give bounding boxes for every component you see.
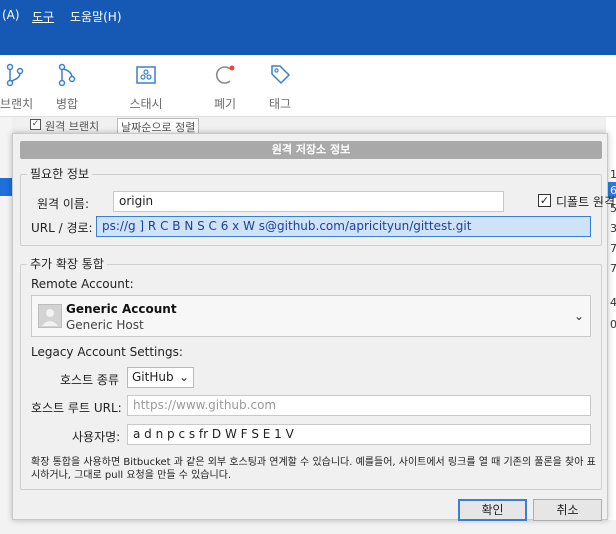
avatar	[38, 304, 62, 328]
extended-integration-label: 추가 확장 통합	[27, 255, 107, 272]
default-remote-label: 디폴트 원격	[556, 195, 616, 209]
menu-item-a[interactable]: (A)	[2, 8, 20, 22]
toolbar-tag-button[interactable]: 태그	[266, 63, 294, 112]
status-bar	[0, 520, 616, 534]
user-icon	[42, 309, 58, 326]
integration-note: 확장 통합을 사용하면 Bitbucket 과 같은 외부 호스팅과 연계할 수…	[31, 457, 596, 481]
username-input[interactable]: a d n p c s fr D W F S E 1 V	[127, 424, 591, 445]
host-root-url-label: 호스트 루트 URL:	[31, 401, 122, 415]
host-type-value: GitHub	[132, 370, 174, 384]
chevron-down-icon: ⌄	[573, 309, 584, 323]
remote-branch-checkbox[interactable]: ✓	[30, 119, 41, 130]
toolbar-merge-label: 병합	[55, 97, 79, 111]
host-type-label: 호스트 종류	[60, 373, 120, 387]
host-type-dropdown[interactable]: GitHub ⌄	[127, 367, 194, 388]
required-info-label: 필요한 정보	[27, 165, 93, 182]
legacy-settings-label: Legacy Account Settings:	[31, 345, 183, 359]
toolbar-stash-label: 스태시	[129, 97, 163, 111]
remote-account-label: Remote Account:	[31, 277, 134, 291]
toolbar-branch-button[interactable]: 브랜치	[0, 63, 34, 112]
account-host: Generic Host	[66, 318, 144, 332]
right-number: 0	[610, 318, 616, 331]
right-number: 7	[610, 262, 616, 275]
account-name: Generic Account	[66, 302, 177, 316]
merge-icon	[58, 63, 76, 87]
right-number: 1	[610, 168, 616, 181]
left-selected-row[interactable]	[0, 178, 12, 196]
url-path-label: URL / 경로:	[31, 221, 93, 235]
menu-bar: (A) 도구 도움말(H)	[0, 0, 616, 55]
right-number: 3	[610, 222, 616, 235]
right-number: 4	[610, 296, 616, 309]
toolbar-discard-button[interactable]: 폐기	[211, 63, 239, 112]
chevron-down-icon: ⌄	[178, 370, 189, 384]
host-root-url-input[interactable]: https://www.github.com	[127, 395, 591, 416]
toolbar-tag-label: 태그	[268, 97, 292, 111]
remote-name-label: 원격 이름:	[37, 197, 90, 211]
remote-info-dialog: 원격 저장소 정보 필요한 정보 원격 이름: origin ✓ 디폴트 원격 …	[12, 133, 615, 521]
toolbar-branch-label: 브랜치	[0, 97, 34, 111]
toolbar-discard-label: 폐기	[213, 97, 237, 111]
cancel-button[interactable]: 취소	[533, 499, 602, 521]
right-number: 7	[610, 242, 616, 255]
remote-account-dropdown[interactable]: Generic Account Generic Host ⌄	[31, 295, 591, 337]
tag-icon	[271, 65, 291, 85]
toolbar-stash-button[interactable]: 스태시	[124, 63, 168, 112]
menu-item-help[interactable]: 도움말(H)	[70, 8, 122, 25]
default-remote-checkbox[interactable]: ✓	[538, 194, 551, 207]
url-path-input[interactable]: ps://g ] R C B N S C 6 x W s@github.com/…	[96, 216, 591, 237]
remote-branch-label: 원격 브랜치	[45, 120, 100, 133]
discard-icon	[215, 65, 235, 84]
toolbar-merge-button[interactable]: 병합	[52, 63, 82, 112]
ok-button[interactable]: 확인	[458, 499, 527, 521]
branch-icon	[6, 63, 24, 87]
dialog-title: 원격 저장소 정보	[20, 141, 602, 159]
username-label: 사용자명:	[72, 430, 121, 444]
stash-icon	[136, 66, 156, 84]
toolbar: 브랜치 병합 스태시 폐기 태그	[0, 55, 616, 117]
menu-item-tools[interactable]: 도구	[32, 8, 54, 25]
remote-name-input[interactable]: origin	[113, 191, 504, 212]
branch-filter-bar: ✓ 원격 브랜치 날짜순으로 정렬	[0, 117, 616, 136]
